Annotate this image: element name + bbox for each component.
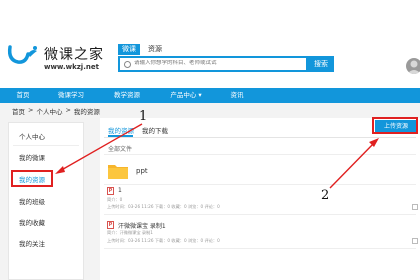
site-header: 微课之家 www.wkzj.net 微课 资源 搜索 (0, 0, 420, 90)
search-tab-weike[interactable]: 微课 (118, 44, 140, 55)
search-tab-resource[interactable]: 资源 (144, 44, 166, 55)
file-action-icon[interactable] (412, 238, 418, 244)
sidebar-item-favorites[interactable]: 我的收藏 (19, 217, 45, 227)
main-panel: 我的资源 我的下载 上传资源 全部文件 ppt P 1 简介：0 上传时间：03… (100, 118, 420, 280)
breadcrumb-sep: > (28, 106, 34, 114)
nav-item-news[interactable]: 资讯 (214, 88, 260, 103)
file-title[interactable]: 1 (118, 187, 122, 194)
tab-my-downloads[interactable]: 我的下载 (142, 125, 168, 135)
logo-icon (7, 45, 37, 64)
annotation-number-1: 1 (139, 109, 148, 124)
sidebar-item-class[interactable]: 我的班级 (19, 196, 45, 206)
nav-item-home[interactable]: 首页 (0, 88, 46, 103)
divider (104, 184, 416, 185)
search-tabs: 微课 资源 (118, 44, 166, 55)
ppt-file-icon: P (107, 187, 114, 195)
search-input[interactable] (134, 60, 304, 66)
file-description: 简介：汗微微课宝 录制1 (107, 230, 153, 235)
folder-icon[interactable] (107, 162, 129, 180)
file-action-icon[interactable] (412, 204, 418, 210)
avatar[interactable] (406, 58, 420, 74)
file-title[interactable]: 汗微微课宝 录制1 (118, 221, 166, 230)
file-stats: 上传时间：03-26 11:26 下载：0 收藏：0 浏览：0 评论：0 (107, 204, 220, 209)
all-files-link[interactable]: 全部文件 (108, 144, 132, 153)
search-icon (124, 61, 131, 68)
brand-title[interactable]: 微课之家 (44, 44, 104, 64)
ppt-file-icon: P (107, 221, 114, 229)
nav-item-weike[interactable]: 微课学习 (46, 88, 96, 103)
file-description: 简介：0 (107, 197, 123, 202)
user-avatar-icon (407, 60, 420, 74)
breadcrumb-current: 我的资源 (73, 108, 100, 116)
sidebar-item-center[interactable]: 个人中心 (19, 131, 45, 141)
folder-name[interactable]: ppt (136, 167, 148, 175)
search-box (118, 56, 308, 72)
divider (13, 145, 79, 146)
sidebar-item-weike[interactable]: 我的微课 (19, 152, 45, 162)
divider (104, 137, 416, 138)
nav-item-products[interactable]: 产品中心 ▾ (156, 88, 216, 103)
breadcrumb-sep: > (65, 106, 71, 114)
breadcrumb-home[interactable]: 首页 (12, 106, 25, 116)
brand-url: www.wkzj.net (44, 63, 99, 71)
tab-my-resources[interactable]: 我的资源 (108, 125, 134, 135)
highlight-box-sidebar (11, 170, 53, 187)
nav-item-teaching[interactable]: 教学资源 (100, 88, 154, 103)
divider (104, 248, 416, 249)
breadcrumb-center[interactable]: 个人中心 (36, 106, 62, 116)
highlight-box-upload (372, 117, 418, 134)
search-button[interactable]: 搜索 (308, 56, 334, 72)
sidebar-item-follows[interactable]: 我的关注 (19, 238, 45, 248)
file-stats: 上传时间：03-26 11:26 下载：0 收藏：0 浏览：0 评论：0 (107, 238, 220, 243)
main-nav: 首页 微课学习 教学资源 产品中心 ▾ 资讯 (0, 88, 420, 103)
divider (104, 154, 416, 155)
divider (104, 214, 416, 215)
sidebar: 个人中心 我的微课 我的资源 我的班级 我的收藏 我的关注 (8, 122, 84, 280)
breadcrumb: 首页 > 个人中心 > 我的资源 (12, 106, 100, 116)
annotation-number-2: 2 (321, 188, 330, 203)
